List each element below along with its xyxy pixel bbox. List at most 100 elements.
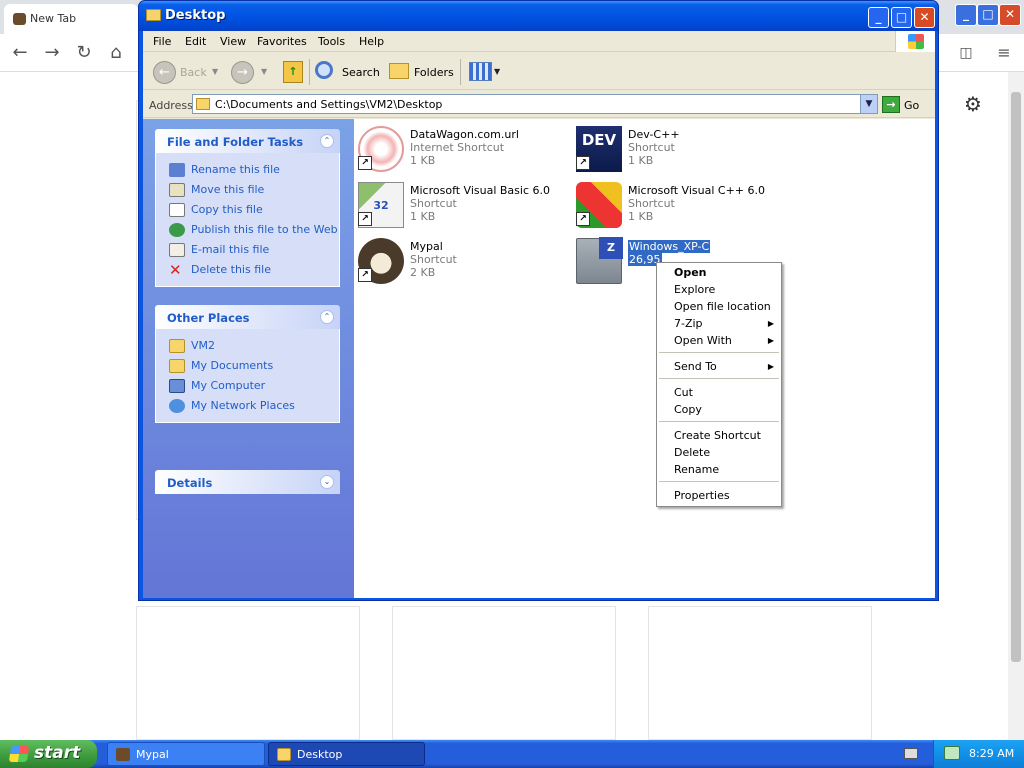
browser-back-icon[interactable]: ← [8,41,32,65]
task-move[interactable]: Move this file [156,180,339,200]
forward-dropdown-icon[interactable]: ▼ [261,67,267,76]
menu-separator [659,481,779,482]
menu-edit[interactable]: Edit [185,35,206,48]
file-item[interactable]: ↗ Mypal Shortcut 2 KB [354,234,564,286]
details-header[interactable]: Details ⌄ [155,470,340,494]
task-label[interactable]: E-mail this file [191,243,269,256]
menu-help[interactable]: Help [359,35,384,48]
file-folder-tasks-header[interactable]: File and Folder Tasks ⌃ [155,129,340,153]
task-copy[interactable]: Copy this file [156,200,339,220]
other-places-header[interactable]: Other Places ⌃ [155,305,340,329]
menu-copy[interactable]: Copy [657,401,781,418]
forward-arrow-icon[interactable]: → [231,61,254,84]
views-dropdown-icon[interactable]: ▼ [494,67,500,76]
task-label[interactable]: Delete this file [191,263,271,276]
browser-menu-icon[interactable]: ≡ [992,41,1016,65]
back-dropdown-icon[interactable]: ▼ [212,67,218,76]
maximize-button[interactable]: □ [891,7,912,28]
menu-open[interactable]: Open [657,264,781,281]
menu-file[interactable]: File [153,35,171,48]
address-dropdown-icon[interactable]: ▼ [860,95,877,113]
file-item[interactable]: ↗ Microsoft Visual C++ 6.0 Shortcut 1 KB [572,178,782,230]
task-label[interactable]: Move this file [191,183,264,196]
address-input[interactable]: C:\Documents and Settings\VM2\Desktop ▼ [192,94,878,114]
back-arrow-icon[interactable]: ← [153,61,176,84]
expand-chevron-icon[interactable]: ⌄ [320,475,334,489]
browser-reload-icon[interactable]: ↻ [72,41,96,65]
file-item[interactable]: DEV ↗ Dev-C++ Shortcut 1 KB [572,122,782,174]
address-value[interactable]: C:\Documents and Settings\VM2\Desktop [215,98,442,111]
file-name[interactable]: Windows_XP-C [628,240,711,253]
menu-send-to[interactable]: Send To ▶ [657,358,781,375]
place-label[interactable]: My Documents [191,359,273,372]
ntp-tile[interactable] [136,606,360,740]
menu-tools[interactable]: Tools [318,35,345,48]
search-icon[interactable] [315,61,333,79]
folders-button-label[interactable]: Folders [414,66,454,79]
collapse-chevron-icon[interactable]: ⌃ [320,134,334,148]
place-my-computer[interactable]: My Computer [156,376,339,396]
file-name[interactable]: Mypal [410,240,443,253]
menu-7zip[interactable]: 7-Zip ▶ [657,315,781,332]
taskbar-task-mypal[interactable]: Mypal [107,742,265,766]
file-name[interactable]: Microsoft Visual Basic 6.0 [410,184,550,197]
menu-view[interactable]: View [220,35,246,48]
file-name[interactable]: Dev-C++ [628,128,680,141]
menu-cut[interactable]: Cut [657,384,781,401]
menu-explore[interactable]: Explore [657,281,781,298]
go-arrow-icon[interactable]: → [882,96,900,113]
browser-restore-button[interactable]: □ [977,4,999,26]
task-email[interactable]: E-mail this file [156,240,339,260]
menu-open-with[interactable]: Open With ▶ [657,332,781,349]
back-button-label[interactable]: Back [180,66,207,79]
network-tray-icon[interactable] [944,746,960,760]
place-vm2[interactable]: VM2 [156,336,339,356]
place-label[interactable]: My Network Places [191,399,295,412]
clock[interactable]: 8:29 AM [969,747,1014,760]
taskbar-task-desktop[interactable]: Desktop [268,742,425,766]
go-button-label[interactable]: Go [904,99,919,112]
menu-favorites[interactable]: Favorites [257,35,307,48]
task-label[interactable]: Rename this file [191,163,280,176]
file-item[interactable]: 32 ↗ Microsoft Visual Basic 6.0 Shortcut… [354,178,564,230]
ntp-tile[interactable] [392,606,616,740]
collapse-chevron-icon[interactable]: ⌃ [320,310,334,324]
place-label[interactable]: My Computer [191,379,265,392]
place-my-network-places[interactable]: My Network Places [156,396,339,416]
browser-sidebar-icon[interactable]: ◫ [954,41,978,65]
browser-scrollbar[interactable] [1008,72,1024,740]
search-button-label[interactable]: Search [342,66,380,79]
task-publish[interactable]: Publish this file to the Web [156,220,339,240]
place-my-documents[interactable]: My Documents [156,356,339,376]
scrollbar-thumb[interactable] [1011,92,1021,662]
folders-icon[interactable] [389,63,409,79]
file-item[interactable]: ↗ DataWagon.com.url Internet Shortcut 1 … [354,122,564,174]
file-name[interactable]: DataWagon.com.url [410,128,519,141]
browser-close-button[interactable]: ✕ [999,4,1021,26]
menu-open-file-location[interactable]: Open file location [657,298,781,315]
ntp-tile[interactable] [648,606,872,740]
customize-gear-icon[interactable]: ⚙ [964,92,982,116]
browser-tab[interactable]: New Tab [4,4,138,34]
file-name[interactable]: Microsoft Visual C++ 6.0 [628,184,765,197]
menu-properties[interactable]: Properties [657,487,781,504]
browser-minimize-button[interactable]: _ [955,4,977,26]
task-rename[interactable]: Rename this file [156,160,339,180]
keyboard-icon[interactable] [904,748,918,759]
title-bar[interactable]: Desktop _ □ ✕ [139,1,938,31]
task-label[interactable]: Copy this file [191,203,263,216]
close-button[interactable]: ✕ [914,7,935,28]
menu-create-shortcut[interactable]: Create Shortcut [657,427,781,444]
file-list-view[interactable]: ↗ DataWagon.com.url Internet Shortcut 1 … [354,119,935,598]
menu-delete[interactable]: Delete [657,444,781,461]
minimize-button[interactable]: _ [868,7,889,28]
place-label[interactable]: VM2 [191,339,215,352]
up-folder-icon[interactable]: ↑ [283,61,303,83]
task-label[interactable]: Publish this file to the Web [191,223,338,236]
task-delete[interactable]: ✕ Delete this file [156,260,339,280]
views-icon[interactable] [469,62,492,81]
browser-forward-icon[interactable]: → [40,41,64,65]
browser-home-icon[interactable]: ⌂ [104,41,128,65]
menu-rename[interactable]: Rename [657,461,781,478]
start-button[interactable]: start [0,740,97,768]
